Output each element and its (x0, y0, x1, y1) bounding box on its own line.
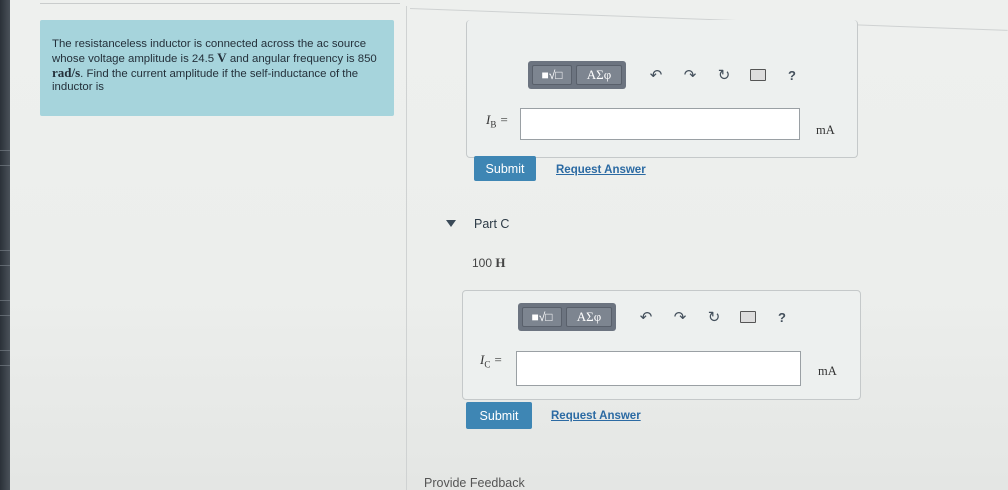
part-c-variable-label: IC = (480, 352, 503, 370)
part-b-unit: mA (816, 123, 835, 137)
voltage-unit: V (217, 50, 227, 65)
provide-feedback-link[interactable]: Provide Feedback (424, 476, 525, 490)
part-b-variable-label: IB = (486, 112, 509, 130)
templates-button[interactable]: ■√□ (522, 307, 562, 327)
keyboard-icon[interactable] (740, 309, 756, 325)
part-b-answer-input[interactable] (520, 108, 800, 140)
part-b-submit-button[interactable]: Submit (474, 156, 536, 181)
rail-icon (0, 150, 10, 166)
part-c-request-answer-link[interactable]: Request Answer (551, 410, 641, 422)
rail-icon (0, 300, 10, 316)
part-c-math-toolbar: ■√□ ΑΣφ ↶ ↷ ↻ ? (518, 302, 790, 332)
redo-icon[interactable]: ↷ (672, 309, 688, 326)
problem-text: The resistanceless inductor is connected… (52, 38, 382, 94)
part-c-unit: mA (818, 364, 837, 378)
help-icon[interactable]: ? (774, 309, 790, 325)
part-c-answer-input[interactable] (516, 351, 801, 386)
rail-icon (0, 350, 10, 366)
greek-symbols-button[interactable]: ΑΣφ (576, 65, 622, 85)
part-c-title: Part C (474, 217, 510, 231)
problem-text-3: . Find the current amplitude if the self… (52, 68, 359, 93)
problem-text-2: and angular frequency is 850 (226, 53, 377, 65)
divider (40, 3, 400, 4)
greek-symbols-button[interactable]: ΑΣφ (566, 307, 612, 327)
undo-icon[interactable]: ↶ (648, 67, 664, 84)
part-c-submit-button[interactable]: Submit (466, 402, 532, 429)
frequency-unit: rad/s (52, 65, 81, 80)
part-b-math-toolbar: ■√□ ΑΣφ ↶ ↷ ↻ ? (528, 60, 800, 90)
help-icon[interactable]: ? (784, 67, 800, 83)
toolbar-button-group: ■√□ ΑΣφ (528, 61, 626, 89)
toolbar-button-group: ■√□ ΑΣφ (518, 303, 616, 331)
problem-statement: The resistanceless inductor is connected… (40, 20, 394, 116)
templates-button[interactable]: ■√□ (532, 65, 572, 85)
left-sidebar-rail (0, 0, 10, 490)
reset-icon[interactable]: ↻ (716, 67, 732, 84)
column-divider (406, 6, 407, 490)
collapse-caret-icon[interactable] (446, 220, 456, 227)
reset-icon[interactable]: ↻ (706, 309, 722, 326)
keyboard-icon[interactable] (750, 67, 766, 83)
part-c-given-value: 100 H (472, 255, 506, 270)
part-b-request-answer-link[interactable]: Request Answer (556, 164, 646, 176)
undo-icon[interactable]: ↶ (638, 309, 654, 326)
redo-icon[interactable]: ↷ (682, 67, 698, 84)
rail-icon (0, 250, 10, 266)
